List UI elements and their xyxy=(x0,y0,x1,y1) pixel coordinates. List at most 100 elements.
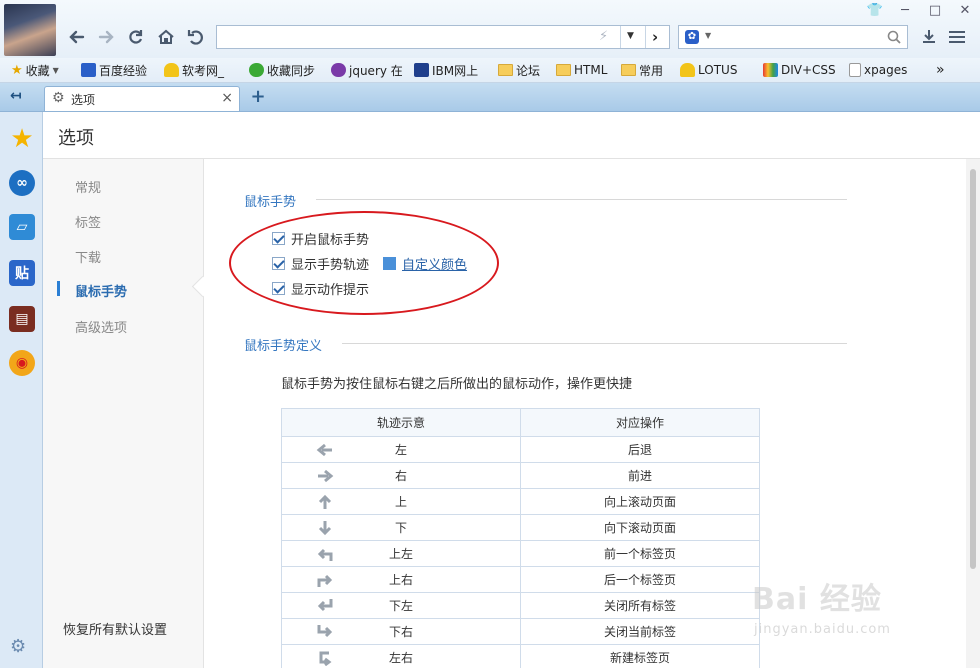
bookmark-item[interactable]: 百度经验 xyxy=(81,60,147,80)
table-row: 下左 关闭所有标签 xyxy=(281,592,760,619)
bookmark-label: 软考网_ xyxy=(182,63,225,78)
dropdown-arrow-icon[interactable]: ▼ xyxy=(627,31,634,41)
cloud-sync-icon[interactable]: ∞ xyxy=(9,170,35,196)
gesture-name: 上 xyxy=(394,495,407,509)
gesture-cell: 上左 xyxy=(281,540,521,567)
nav-item-mouse-gesture[interactable]: 鼠标手势 xyxy=(75,281,127,300)
nav-item-advanced[interactable]: 高级选项 xyxy=(75,317,127,336)
nav-item-tabs[interactable]: 标签 xyxy=(75,212,101,231)
screenshot-icon[interactable]: ▱ xyxy=(9,214,35,240)
sidebar-toggle-icon[interactable]: ↤ xyxy=(10,88,32,106)
notebook-icon[interactable]: ▤ xyxy=(9,306,35,332)
checkbox-show-trail[interactable] xyxy=(272,257,285,270)
colorful-5-icon xyxy=(763,63,778,77)
table-row: 左 后退 xyxy=(281,436,760,463)
color-swatch[interactable] xyxy=(383,257,397,270)
bookmark-item[interactable]: IBM网上 xyxy=(414,60,478,80)
search-icon[interactable] xyxy=(887,30,901,44)
tshirt-icon: 👕 xyxy=(866,2,884,18)
table-row: 下 向下滚动页面 xyxy=(281,514,760,541)
page-header: 选项 xyxy=(43,112,980,159)
nav-active-indicator xyxy=(57,281,60,296)
gesture-cell: 下 xyxy=(281,514,521,541)
bookmark-item[interactable]: LOTUS xyxy=(680,60,737,80)
option-show-trail[interactable]: 显示手势轨迹 自定义颜色 xyxy=(272,254,467,273)
undo-close-button[interactable] xyxy=(185,26,207,48)
baidu-paw-icon[interactable]: ✿ xyxy=(685,30,699,44)
option-show-hint[interactable]: 显示动作提示 xyxy=(272,279,369,298)
gesture-name: 左 xyxy=(394,443,407,457)
user-avatar[interactable] xyxy=(4,4,56,56)
bookmark-item[interactable]: 软考网_ xyxy=(164,60,224,80)
table-row: 上左 前一个标签页 xyxy=(281,540,760,567)
bookmark-item[interactable]: 收藏同步 xyxy=(249,60,315,80)
bookmark-favorites[interactable]: ★ 收藏 ▼ xyxy=(11,60,59,80)
home-button[interactable] xyxy=(155,26,177,48)
bookmark-folder[interactable]: 常用 xyxy=(621,60,663,80)
weibo-icon[interactable]: ◉ xyxy=(9,350,35,376)
gesture-name: 上右 xyxy=(388,573,413,587)
gesture-action: 向上滚动页面 xyxy=(520,488,760,515)
arrow-right-icon xyxy=(316,468,334,484)
gesture-action: 前一个标签页 xyxy=(520,540,760,567)
option-enable-gesture[interactable]: 开启鼠标手势 xyxy=(272,229,369,248)
minimize-button[interactable]: ─ xyxy=(890,0,920,20)
vertical-scrollbar[interactable] xyxy=(966,159,980,668)
scrollbar-thumb[interactable] xyxy=(970,169,976,569)
gesture-action: 后一个标签页 xyxy=(520,566,760,593)
bookmarks-more-button[interactable]: » xyxy=(936,60,945,80)
close-tab-icon[interactable]: × xyxy=(221,90,233,106)
bookmark-label: LOTUS xyxy=(698,63,738,77)
menu-button[interactable] xyxy=(946,28,968,46)
nav-item-downloads[interactable]: 下载 xyxy=(75,247,101,266)
bookmark-item[interactable]: xpages xyxy=(849,60,907,80)
back-button[interactable] xyxy=(66,26,88,48)
new-tab-button[interactable]: + xyxy=(248,86,268,108)
custom-color-link[interactable]: 自定义颜色 xyxy=(402,254,467,273)
bookmark-folder[interactable]: 论坛 xyxy=(498,60,540,80)
bookmark-label: jquery 在 xyxy=(349,63,403,78)
undo-close-icon xyxy=(187,30,203,45)
favorites-star-icon[interactable]: ★ xyxy=(9,124,35,154)
table-row: 上 向上滚动页面 xyxy=(281,488,760,515)
bookmark-item[interactable]: DIV+CSS xyxy=(763,60,836,80)
gesture-cell: 下左 xyxy=(281,592,521,619)
bookmark-folder[interactable]: HTML xyxy=(556,60,607,80)
gesture-action: 后退 xyxy=(520,436,760,463)
arrow-up-icon xyxy=(316,494,334,510)
refresh-icon xyxy=(129,30,143,44)
table-row: 上右 后一个标签页 xyxy=(281,566,760,593)
checkbox-show-hint[interactable] xyxy=(272,282,285,295)
gesture-action: 关闭所有标签 xyxy=(520,592,760,619)
nav-item-general[interactable]: 常规 xyxy=(75,177,101,196)
address-bar[interactable]: ⚡ ▼ › xyxy=(216,25,670,49)
bookmark-label: IBM网上 xyxy=(432,63,479,78)
gesture-action: 向下滚动页面 xyxy=(520,514,760,541)
go-icon[interactable]: › xyxy=(652,28,658,46)
settings-gear-icon[interactable]: ⚙ xyxy=(10,636,32,658)
forward-button[interactable] xyxy=(95,26,117,48)
close-icon: ✕ xyxy=(959,2,971,18)
refresh-button[interactable] xyxy=(125,26,147,48)
search-input[interactable] xyxy=(719,28,883,48)
maximize-icon: □ xyxy=(928,2,942,18)
baidu-paw-icon xyxy=(81,63,96,77)
more-chevron-icon: » xyxy=(936,62,945,78)
chevron-down-icon[interactable]: ▼ xyxy=(705,31,711,40)
sync-e-icon xyxy=(249,63,264,77)
restore-defaults-link[interactable]: 恢复所有默认设置 xyxy=(63,619,167,638)
tieba-icon[interactable]: 贴 xyxy=(9,260,35,286)
skin-button[interactable]: 👕 xyxy=(860,0,890,20)
tab-options[interactable]: ⚙ 选项 × xyxy=(44,86,240,111)
download-icon[interactable] xyxy=(920,28,938,46)
search-bar[interactable]: ✿ ▼ xyxy=(678,25,908,49)
ibm-icon xyxy=(414,63,429,77)
bookmark-item[interactable]: jquery 在 xyxy=(331,60,403,80)
bookmark-label: DIV+CSS xyxy=(781,63,836,77)
checkbox-enable-gesture[interactable] xyxy=(272,232,285,245)
close-window-button[interactable]: ✕ xyxy=(950,0,980,20)
maximize-button[interactable]: □ xyxy=(920,0,950,20)
lightning-icon[interactable]: ⚡ xyxy=(599,29,608,44)
address-input[interactable] xyxy=(221,28,595,48)
options-nav: 常规 标签 下载 鼠标手势 高级选项 恢复所有默认设置 xyxy=(43,159,214,668)
